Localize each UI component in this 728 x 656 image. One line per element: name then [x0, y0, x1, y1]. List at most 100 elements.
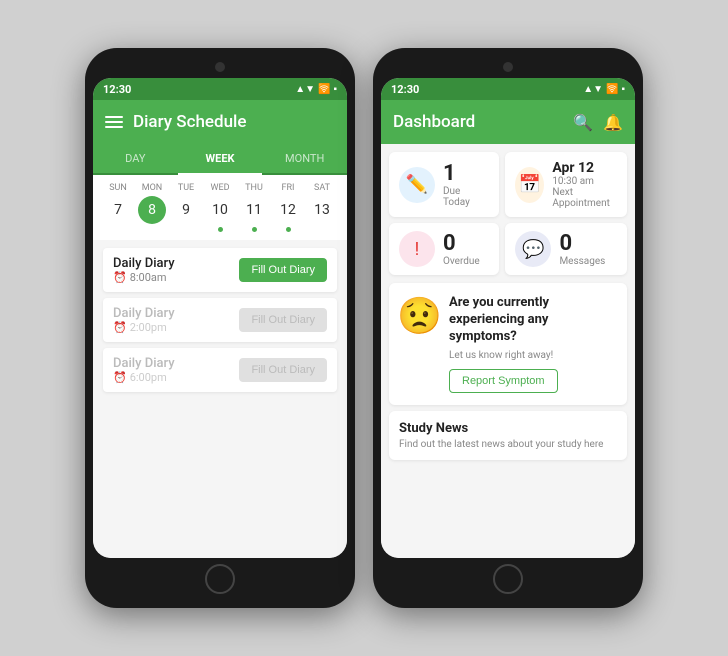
- cal-day-sat[interactable]: Sat 13: [307, 183, 337, 232]
- diary-item-2-info: Daily Diary ⏰ 2:00pm: [113, 306, 175, 334]
- dash-card-overdue: ! 0 Overdue: [389, 223, 499, 275]
- cal-day-num-mon: 8: [138, 196, 166, 224]
- calendar-icon: 📅: [515, 167, 544, 203]
- symptom-emoji: 😟: [397, 295, 442, 337]
- fill-diary-btn-2[interactable]: Fill Out Diary: [239, 308, 327, 332]
- battery-icon-2: ▪: [621, 84, 625, 95]
- study-news-sub: Find out the latest news about your stud…: [399, 439, 617, 450]
- signal-icon-2: ▲▼: [583, 84, 603, 95]
- symptom-title: Are you currently experiencing any sympt…: [449, 295, 617, 346]
- cal-day-num-sat: 13: [308, 196, 336, 224]
- status-bar-2: 12:30 ▲▼ 🛜 ▪: [381, 78, 635, 100]
- dashboard-content: ✏️ 1 Due Today 📅 Apr 12 10:30 am Next Ap…: [381, 144, 635, 558]
- phone-camera-2: [503, 62, 513, 72]
- fill-diary-btn-3[interactable]: Fill Out Diary: [239, 358, 327, 382]
- diary-item-2: Daily Diary ⏰ 2:00pm Fill Out Diary: [103, 298, 337, 342]
- dash-cards-grid: ✏️ 1 Due Today 📅 Apr 12 10:30 am Next Ap…: [381, 144, 635, 283]
- hamburger-line-3: [105, 126, 123, 128]
- bell-icon[interactable]: 🔔: [603, 113, 623, 132]
- dash-card-overdue-info: 0 Overdue: [443, 231, 480, 267]
- page-background: 12:30 ▲▼ 🛜 ▪ Diary Schedule DAY: [0, 0, 728, 656]
- header-icons: 🔍 🔔: [573, 113, 623, 132]
- status-icons-2: ▲▼ 🛜 ▪: [583, 84, 625, 95]
- phone-1-screen: 12:30 ▲▼ 🛜 ▪ Diary Schedule DAY: [93, 78, 347, 558]
- app-header-1: Diary Schedule: [93, 100, 347, 144]
- pencil-icon: ✏️: [399, 167, 435, 203]
- search-icon[interactable]: 🔍: [573, 113, 593, 132]
- clock-icon-2: ⏰: [113, 321, 127, 334]
- tab-month[interactable]: MONTH: [262, 144, 347, 173]
- fill-diary-btn-1[interactable]: Fill Out Diary: [239, 258, 327, 282]
- phone-camera: [215, 62, 225, 72]
- cal-day-num-sun: 7: [104, 196, 132, 224]
- battery-icon-1: ▪: [333, 84, 337, 95]
- cal-day-name-sun: Sun: [109, 183, 127, 193]
- diary-item-2-title: Daily Diary: [113, 306, 175, 321]
- report-symptom-button[interactable]: Report Symptom: [449, 369, 558, 393]
- diary-item-1-title: Daily Diary: [113, 256, 175, 271]
- diary-item-2-time-text: 2:00pm: [130, 321, 167, 334]
- cal-day-num-fri: 12: [274, 196, 302, 224]
- diary-item-1-info: Daily Diary ⏰ 8:00am: [113, 256, 175, 284]
- diary-item-3-time: ⏰ 6:00pm: [113, 371, 175, 384]
- overdue-icon: !: [399, 231, 435, 267]
- tab-day[interactable]: DAY: [93, 144, 178, 173]
- diary-item-3-title: Daily Diary: [113, 356, 175, 371]
- dash-card-appointment: 📅 Apr 12 10:30 am Next Appointment: [505, 152, 627, 217]
- diary-item-3-info: Daily Diary ⏰ 6:00pm: [113, 356, 175, 384]
- tab-bar-1: DAY WEEK MONTH: [93, 144, 347, 175]
- status-bar-1: 12:30 ▲▼ 🛜 ▪: [93, 78, 347, 100]
- clock-icon-3: ⏰: [113, 371, 127, 384]
- cal-day-dot-wed: [218, 227, 223, 232]
- symptom-sub: Let us know right away!: [449, 350, 617, 361]
- tab-week[interactable]: WEEK: [178, 144, 263, 173]
- diary-item-1-time: ⏰ 8:00am: [113, 271, 175, 284]
- wifi-icon-1: 🛜: [318, 84, 330, 95]
- cal-day-sun[interactable]: Sun 7: [103, 183, 133, 232]
- diary-item-2-time: ⏰ 2:00pm: [113, 321, 175, 334]
- diary-item-1: Daily Diary ⏰ 8:00am Fill Out Diary: [103, 248, 337, 292]
- cal-day-name-tue: Tue: [178, 183, 194, 193]
- cal-day-fri[interactable]: Fri 12: [273, 183, 303, 232]
- study-news-card: Study News Find out the latest news abou…: [389, 411, 627, 460]
- phone-2-screen: 12:30 ▲▼ 🛜 ▪ Dashboard 🔍 🔔: [381, 78, 635, 558]
- cal-day-thu[interactable]: Thu 11: [239, 183, 269, 232]
- cal-day-name-wed: Wed: [210, 183, 229, 193]
- app-header-2: Dashboard 🔍 🔔: [381, 100, 635, 144]
- hamburger-line-1: [105, 116, 123, 118]
- dash-card-messages: 💬 0 Messages: [505, 223, 627, 275]
- dash-card-due-today: ✏️ 1 Due Today: [389, 152, 499, 217]
- phone-home-button-2[interactable]: [493, 564, 523, 594]
- diary-item-3: Daily Diary ⏰ 6:00pm Fill Out Diary: [103, 348, 337, 392]
- status-time-2: 12:30: [391, 83, 419, 96]
- clock-icon-1: ⏰: [113, 271, 127, 284]
- cal-day-mon[interactable]: Mon 8: [137, 183, 167, 232]
- phone-1: 12:30 ▲▼ 🛜 ▪ Diary Schedule DAY: [85, 48, 355, 608]
- cal-day-name-mon: Mon: [142, 183, 162, 193]
- app-title-1: Diary Schedule: [133, 112, 335, 132]
- status-time-1: 12:30: [103, 83, 131, 96]
- hamburger-menu[interactable]: [105, 116, 123, 128]
- calendar-week: Sun 7 Mon 8 Tue 9 We: [93, 175, 347, 240]
- cal-day-name-thu: Thu: [245, 183, 263, 193]
- cal-day-dot-mon: [150, 227, 155, 232]
- signal-icon-1: ▲▼: [295, 84, 315, 95]
- cal-day-dot-fri: [286, 227, 291, 232]
- cal-day-dot-thu: [252, 227, 257, 232]
- hamburger-line-2: [105, 121, 123, 123]
- diary-item-1-time-text: 8:00am: [130, 271, 167, 284]
- cal-day-name-sat: Sat: [314, 183, 330, 193]
- dash-msg-num: 0: [559, 231, 605, 256]
- cal-day-num-tue: 9: [172, 196, 200, 224]
- symptom-card: 😟 Are you currently experiencing any sym…: [389, 283, 627, 405]
- cal-day-name-fri: Fri: [282, 183, 295, 193]
- status-icons-1: ▲▼ 🛜 ▪: [295, 84, 337, 95]
- dash-appt-date: Apr 12: [552, 160, 617, 176]
- dash-card-due-info: 1 Due Today: [443, 161, 490, 208]
- cal-day-num-thu: 11: [240, 196, 268, 224]
- cal-day-wed[interactable]: Wed 10: [205, 183, 235, 232]
- dash-card-msg-info: 0 Messages: [559, 231, 605, 267]
- phone-home-button-1[interactable]: [205, 564, 235, 594]
- cal-day-tue[interactable]: Tue 9: [171, 183, 201, 232]
- dash-due-label: Due Today: [443, 186, 490, 208]
